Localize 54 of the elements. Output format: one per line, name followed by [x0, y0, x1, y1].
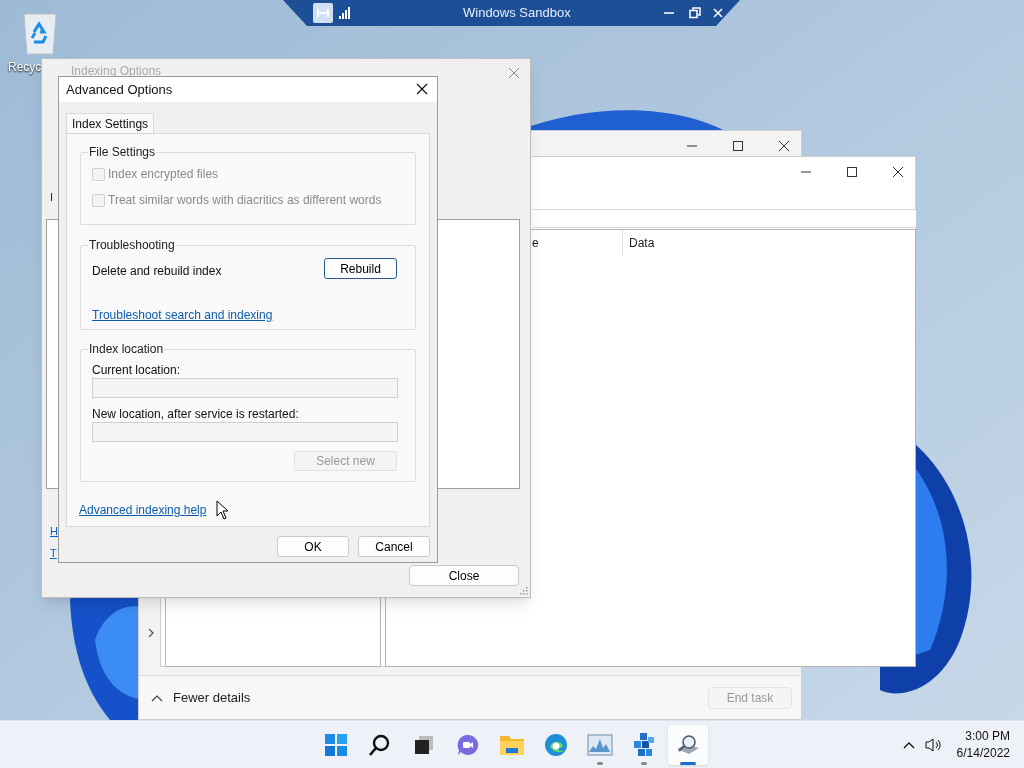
- search-icon: [368, 733, 392, 757]
- dialog-button[interactable]: Cancel: [358, 536, 430, 557]
- input-field[interactable]: [92, 378, 398, 398]
- folder-icon: [499, 733, 525, 757]
- speaker-icon[interactable]: [924, 736, 943, 753]
- clock-date[interactable]: 6/14/2022: [956, 744, 1010, 762]
- start-icon: [324, 733, 348, 757]
- maximize-icon[interactable]: [732, 140, 744, 152]
- checkbox-label: Treat similar words with diacritics as different words: [108, 192, 382, 209]
- clock-time[interactable]: 3:00 PM: [965, 727, 1010, 745]
- signal-icon[interactable]: [339, 7, 351, 19]
- running-indicator: [597, 762, 603, 765]
- windows-stack-icon: [413, 734, 435, 756]
- group-title: File Settings: [88, 145, 157, 159]
- window-title: Indexing Options: [71, 63, 162, 80]
- restore-icon[interactable]: [688, 7, 701, 19]
- cursor-icon[interactable]: [216, 500, 230, 520]
- close-icon[interactable]: [892, 166, 904, 178]
- chat-camera-icon: [456, 733, 480, 757]
- checkbox-label: Index encrypted files: [108, 166, 219, 183]
- input-field[interactable]: [92, 422, 398, 442]
- link[interactable]: H: [50, 525, 58, 538]
- group-title: Index location: [88, 342, 165, 356]
- maximize-icon[interactable]: [846, 166, 858, 178]
- close-icon[interactable]: [416, 83, 428, 95]
- help-link[interactable]: Advanced indexing help: [79, 501, 207, 519]
- close-button[interactable]: Close: [409, 565, 519, 586]
- chart-window-icon: [587, 734, 613, 756]
- label: I: [50, 191, 54, 204]
- running-indicator: [641, 762, 647, 765]
- fewer-details-link[interactable]: Fewer details: [173, 687, 251, 708]
- taskbar-app-button[interactable]: [668, 725, 708, 765]
- troubleshoot-link[interactable]: Troubleshoot search and indexing: [92, 306, 273, 324]
- rebuild-button[interactable]: Rebuild: [324, 258, 397, 279]
- chevron-up-icon[interactable]: [902, 740, 915, 749]
- globe-swirl-icon: [544, 733, 568, 757]
- label: New location, after service is restarted:: [92, 406, 299, 423]
- close-icon[interactable]: [778, 140, 790, 152]
- chevron-right-icon[interactable]: [147, 627, 155, 639]
- magnifier-drive-icon: [675, 733, 701, 757]
- link[interactable]: T: [50, 547, 57, 560]
- window-title: Windows Sandbox: [463, 4, 571, 23]
- cubes-icon: [632, 732, 656, 758]
- tab[interactable]: Index Settings: [66, 113, 155, 133]
- running-indicator: [680, 762, 696, 765]
- label: Delete and rebuild index: [92, 263, 222, 280]
- column-header[interactable]: Data: [622, 230, 822, 256]
- recycle-bin-icon[interactable]: [21, 10, 59, 56]
- dialog-title: Advanced Options: [66, 80, 173, 99]
- resize-grip-icon[interactable]: [520, 587, 528, 595]
- group-title: Troubleshooting: [88, 238, 176, 252]
- chevron-up-icon[interactable]: [151, 693, 163, 702]
- dialog-button[interactable]: OK: [277, 536, 349, 557]
- label: Current location:: [92, 362, 181, 379]
